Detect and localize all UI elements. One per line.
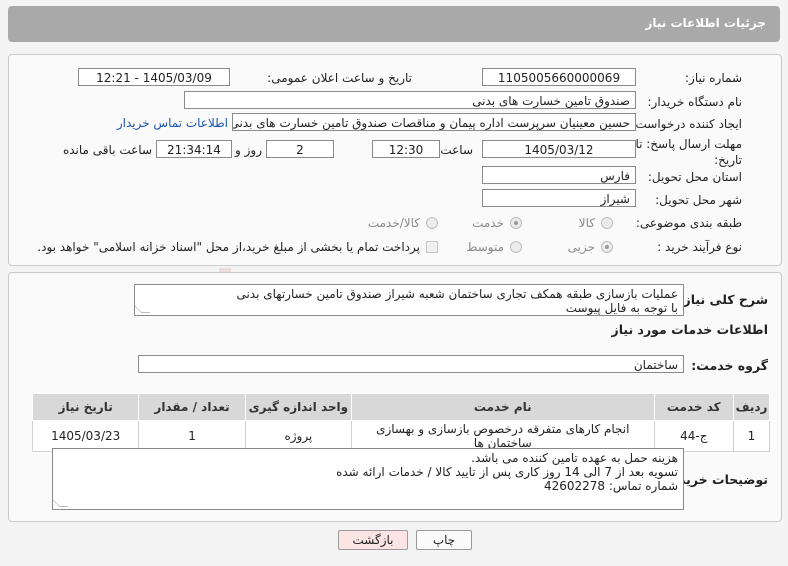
- service-group-field: ساختمان: [138, 355, 684, 373]
- buyer-org-label: نام دستگاه خریدار:: [647, 95, 743, 109]
- category-radio-service[interactable]: [510, 217, 522, 229]
- deadline-label: مهلت ارسال پاسخ: تا: [635, 137, 742, 151]
- services-section-title: اطلاعات خدمات مورد نیاز: [611, 322, 769, 337]
- province-label: استان محل تحویل:: [647, 170, 742, 184]
- buyer-org-field: صندوق تامین خسارت های بدنی: [184, 91, 636, 109]
- category-option-service: خدمت: [472, 216, 504, 230]
- buyer-notes-line-2: تسویه بعد از 7 الی 14 روز کاری پس از تای…: [336, 465, 678, 479]
- service-group-label: گروه خدمت:: [691, 358, 768, 373]
- deadline-time-field: 12:30: [372, 140, 440, 158]
- cell-row: 1: [733, 420, 770, 452]
- need-number-label: شماره نیاز:: [685, 71, 742, 85]
- city-field: شیراز: [482, 189, 636, 207]
- process-radio-minor[interactable]: [601, 241, 613, 253]
- col-service-name: نام خدمت: [351, 393, 655, 421]
- process-radio-medium[interactable]: [510, 241, 522, 253]
- cell-need-date: 1405/03/23: [31, 420, 140, 452]
- cell-service-code: ج-44: [653, 420, 735, 452]
- services-table: ردیف کد خدمت نام خدمت واحد اندازه گیری ت…: [31, 393, 770, 452]
- category-radio-goods[interactable]: [601, 217, 613, 229]
- print-button[interactable]: چاپ: [416, 530, 472, 550]
- category-option-goods-service: کالا/خدمت: [367, 216, 420, 230]
- cell-quantity: 1: [138, 420, 246, 452]
- category-label: طبقه بندی موضوعی:: [635, 216, 742, 230]
- province-field: فارس: [482, 166, 636, 184]
- col-unit: واحد اندازه گیری: [244, 393, 353, 421]
- cell-unit: پروژه: [244, 420, 353, 452]
- treasury-bond-checkbox[interactable]: [426, 241, 438, 253]
- services-table-header: ردیف کد خدمت نام خدمت واحد اندازه گیری ت…: [31, 393, 770, 421]
- category-radio-goods-service[interactable]: [426, 217, 438, 229]
- treasury-bond-note: پرداخت تمام یا بخشی از مبلغ خرید،از محل …: [37, 240, 420, 254]
- deadline-date-field: 1405/03/12: [482, 140, 636, 158]
- buyer-contact-link[interactable]: اطلاعات تماس خریدار: [117, 116, 228, 130]
- summary-textarea[interactable]: عملیات بازسازی طبقه همکف تجاری ساختمان ش…: [134, 284, 684, 316]
- process-option-medium: متوسط: [466, 240, 504, 254]
- days-remaining-field: 2: [266, 140, 334, 158]
- cell-service-name: انجام کارهای متفرقه درخصوص بازسازی و بهس…: [351, 420, 655, 452]
- category-option-goods: کالا: [578, 216, 595, 230]
- need-number-field: 1105005660000069: [482, 68, 636, 86]
- announce-label: تاریخ و ساعت اعلان عمومی:: [267, 71, 412, 85]
- resize-handle-icon[interactable]: [53, 498, 69, 507]
- deadline-time-label: ساعت: [440, 143, 473, 157]
- creator-label: ایجاد کننده درخواست:: [631, 117, 742, 131]
- buyer-notes-line-1: هزینه حمل به عهده تامین کننده می باشد.: [471, 451, 678, 465]
- table-row: 1 ج-44 انجام کارهای متفرقه درخصوص بازساز…: [31, 420, 770, 452]
- announce-datetime-field: 1405/03/09 - 12:21: [78, 68, 230, 86]
- days-label: روز و: [235, 143, 262, 157]
- back-button[interactable]: بازگشت: [338, 530, 408, 550]
- col-need-date: تاریخ نیاز: [31, 393, 140, 421]
- buyer-notes-textarea[interactable]: هزینه حمل به عهده تامین کننده می باشد. ت…: [52, 448, 684, 510]
- creator-field: حسین معینیان سرپرست اداره پیمان و مناقصا…: [232, 113, 636, 131]
- col-row: ردیف: [733, 393, 770, 421]
- remaining-time-label: ساعت باقی مانده: [62, 143, 152, 157]
- process-option-minor: جزیی: [567, 240, 595, 254]
- city-label: شهر محل تحویل:: [655, 193, 742, 207]
- summary-line-2: با توجه به فایل پیوست: [565, 301, 678, 315]
- buyer-notes-line-3: شماره تماس: 42602278: [543, 479, 678, 493]
- summary-label: شرح کلی نیاز:: [678, 292, 768, 307]
- col-service-code: کد خدمت: [653, 393, 735, 421]
- remaining-time-field: 21:34:14: [156, 140, 232, 158]
- page-header: جزئیات اطلاعات نیاز: [8, 6, 780, 42]
- deadline-date-label: تاریخ:: [714, 153, 742, 167]
- col-quantity: تعداد / مقدار: [138, 393, 246, 421]
- page-title: جزئیات اطلاعات نیاز: [645, 16, 766, 30]
- summary-line-1: عملیات بازسازی طبقه همکف تجاری ساختمان ش…: [236, 287, 678, 301]
- process-label: نوع فرآیند خرید :: [657, 240, 742, 254]
